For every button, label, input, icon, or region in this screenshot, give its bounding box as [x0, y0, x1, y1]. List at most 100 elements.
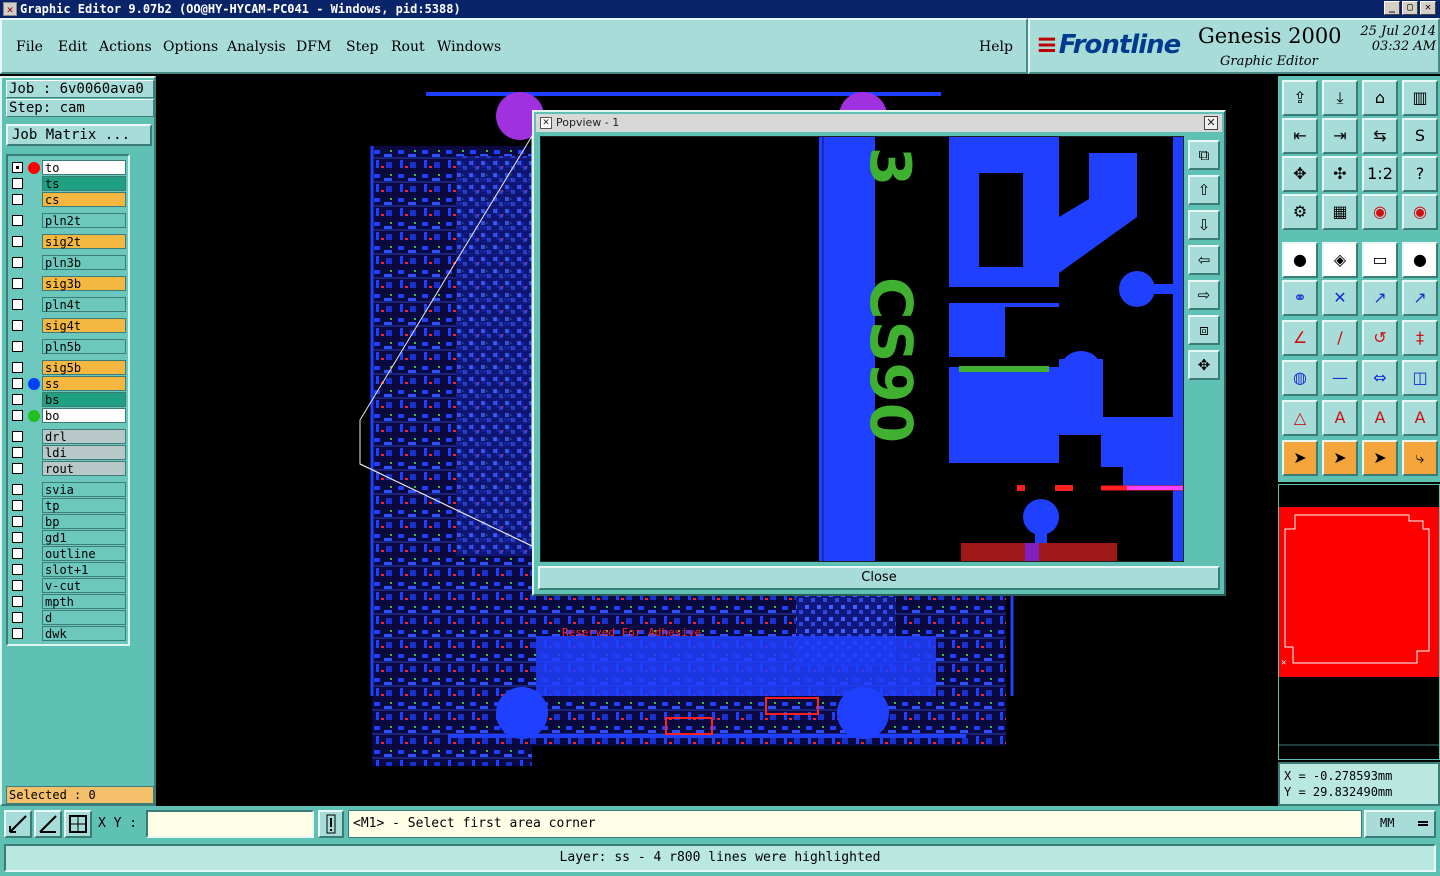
- tool-button-triangle[interactable]: △: [1282, 400, 1318, 436]
- layer-name[interactable]: drl: [42, 429, 126, 444]
- menu-windows[interactable]: Windows: [437, 39, 501, 55]
- layer-name[interactable]: v-cut: [42, 578, 126, 593]
- layer-name[interactable]: pln4t: [42, 297, 126, 312]
- layer-name[interactable]: ts: [42, 176, 126, 191]
- layer-checkbox[interactable]: [12, 628, 23, 639]
- popview-canvas[interactable]: 3 CS90: [540, 136, 1184, 562]
- layer-checkbox[interactable]: [12, 564, 23, 575]
- layer-name[interactable]: dwk: [42, 626, 126, 641]
- layer-checkbox[interactable]: [12, 548, 23, 559]
- tool-button-export[interactable]: ⇥: [1322, 118, 1358, 154]
- tool-button-triangle-a[interactable]: A: [1322, 400, 1358, 436]
- layer-name[interactable]: mpth: [42, 594, 126, 609]
- layer-checkbox[interactable]: [12, 215, 23, 226]
- layer-row-22[interactable]: slot+1: [8, 562, 128, 577]
- menu-rout[interactable]: Rout: [391, 39, 425, 55]
- popview-title-bar[interactable]: ✕ Popview - 1 ✕: [536, 114, 1222, 132]
- layer-row-11[interactable]: ss: [8, 376, 128, 391]
- layer-name[interactable]: bp: [42, 514, 126, 529]
- layer-name[interactable]: bo: [42, 408, 126, 423]
- layer-row-7[interactable]: pln4t: [8, 297, 128, 312]
- layer-row-5[interactable]: pln3b: [8, 255, 128, 270]
- popview-zoom-box-button[interactable]: ⧈: [1188, 315, 1220, 345]
- tool-button-pointer-box[interactable]: ➤: [1322, 440, 1358, 476]
- tool-button-triangle-b[interactable]: A: [1362, 400, 1398, 436]
- popview-close-icon[interactable]: ✕: [1204, 116, 1218, 130]
- popview-fit-view-button[interactable]: ⧉: [1188, 140, 1220, 170]
- layer-checkbox[interactable]: [12, 484, 23, 495]
- popview-pan-left-button[interactable]: ⇦: [1188, 245, 1220, 275]
- menu-edit[interactable]: Edit: [58, 39, 87, 55]
- tool-button-net[interactable]: ◈: [1322, 242, 1358, 278]
- layer-name[interactable]: sig3b: [42, 276, 126, 291]
- tool-button-angle[interactable]: ∠: [1282, 320, 1318, 356]
- menu-analysis[interactable]: Analysis: [227, 39, 286, 55]
- layer-row-21[interactable]: outline: [8, 546, 128, 561]
- layer-checkbox[interactable]: [12, 580, 23, 591]
- tool-button-resize[interactable]: ⇔: [1362, 360, 1398, 396]
- tool-button-measure[interactable]: ⚙: [1282, 194, 1318, 230]
- layer-name[interactable]: outline: [42, 546, 126, 561]
- layer-name[interactable]: gd1: [42, 530, 126, 545]
- layer-checkbox[interactable]: [12, 410, 23, 421]
- layer-name[interactable]: ldi: [42, 445, 126, 460]
- layer-checkbox[interactable]: [12, 299, 23, 310]
- layer-checkbox[interactable]: [12, 516, 23, 527]
- layer-row-2[interactable]: cs: [8, 192, 128, 207]
- menu-step[interactable]: Step: [346, 39, 378, 55]
- snap-mode-button[interactable]: [4, 810, 32, 838]
- tool-button-connect[interactable]: ⚭: [1282, 280, 1318, 316]
- layer-name[interactable]: cs: [42, 192, 126, 207]
- layer-name[interactable]: sig2t: [42, 234, 126, 249]
- tool-button-scale[interactable]: 1:2: [1362, 156, 1398, 192]
- popview-center-button[interactable]: ✥: [1188, 350, 1220, 380]
- layer-checkbox[interactable]: [12, 236, 23, 247]
- menu-actions[interactable]: Actions: [99, 39, 152, 55]
- menu-dfm[interactable]: DFM: [296, 39, 331, 55]
- layer-name[interactable]: pln2t: [42, 213, 126, 228]
- layer-checkbox[interactable]: [12, 257, 23, 268]
- layer-checkbox[interactable]: [12, 162, 23, 173]
- tool-button-copy[interactable]: ◍: [1282, 360, 1318, 396]
- layer-row-14[interactable]: drl: [8, 429, 128, 444]
- layer-checkbox[interactable]: [12, 431, 23, 442]
- tool-button-circle[interactable]: ●: [1402, 242, 1438, 278]
- minimize-button[interactable]: _: [1384, 1, 1400, 15]
- tool-button-grid-toggle[interactable]: ▦: [1322, 194, 1358, 230]
- layer-row-24[interactable]: mpth: [8, 594, 128, 609]
- layer-row-10[interactable]: sig5b: [8, 360, 128, 375]
- layer-row-0[interactable]: to: [8, 160, 128, 175]
- tool-button-layers-red[interactable]: ◉: [1362, 194, 1398, 230]
- layer-checkbox[interactable]: [12, 394, 23, 405]
- overview-map[interactable]: ✕: [1278, 484, 1440, 760]
- tool-button-layers-red2[interactable]: ◉: [1402, 194, 1438, 230]
- layer-name[interactable]: rout: [42, 461, 126, 476]
- tool-button-line[interactable]: /: [1322, 320, 1358, 356]
- layer-checkbox[interactable]: [12, 500, 23, 511]
- layer-checkbox[interactable]: [12, 341, 23, 352]
- layer-row-12[interactable]: bs: [8, 392, 128, 407]
- tool-button-help[interactable]: ?: [1402, 156, 1438, 192]
- tool-button-flip[interactable]: ‡: [1402, 320, 1438, 356]
- popview-window[interactable]: ✕ Popview - 1 ✕ 3 CS90 ⧉ ⇧ ⇩ ⇦ ⇨ ⧈ ✥ Clo…: [532, 110, 1226, 596]
- tool-button-minus[interactable]: —: [1322, 360, 1358, 396]
- maximize-button[interactable]: ▢: [1402, 1, 1418, 15]
- tool-button-pointer-route[interactable]: ⤷: [1402, 440, 1438, 476]
- menu-options[interactable]: Options: [163, 39, 218, 55]
- xy-input[interactable]: [146, 810, 314, 838]
- units-selector[interactable]: MM: [1364, 810, 1436, 838]
- close-window-button[interactable]: ✕: [1420, 1, 1436, 15]
- layer-row-16[interactable]: rout: [8, 461, 128, 476]
- layer-row-13[interactable]: bo: [8, 408, 128, 423]
- tool-button-move[interactable]: ↗: [1362, 280, 1398, 316]
- layer-checkbox[interactable]: [12, 612, 23, 623]
- job-matrix-button[interactable]: Job Matrix ...: [6, 124, 152, 146]
- tool-button-pointer-select[interactable]: ➤: [1362, 440, 1398, 476]
- layer-checkbox[interactable]: [12, 532, 23, 543]
- layer-row-6[interactable]: sig3b: [8, 276, 128, 291]
- layer-row-15[interactable]: ldi: [8, 445, 128, 460]
- tool-button-home[interactable]: ⇪: [1282, 80, 1318, 116]
- popview-zoom-in-button[interactable]: ⇧: [1188, 175, 1220, 205]
- layer-row-23[interactable]: v-cut: [8, 578, 128, 593]
- menu-help[interactable]: Help: [979, 39, 1013, 55]
